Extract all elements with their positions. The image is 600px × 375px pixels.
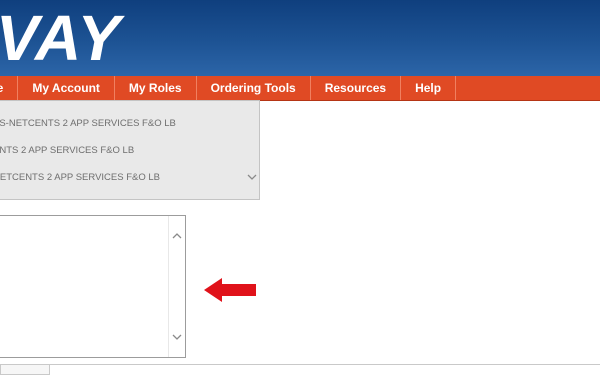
- site-header: VAY: [0, 0, 600, 76]
- nav-resources[interactable]: Resources: [311, 76, 402, 100]
- contract-vehicle-listbox[interactable]: ES-NETCENTS 2 APP SERVICES F&O LB ENTS 2…: [0, 100, 260, 200]
- site-logo: VAY: [0, 2, 122, 74]
- list-item[interactable]: NETCENTS 2 APP SERVICES F&O LB: [0, 168, 160, 188]
- nav-help[interactable]: Help: [401, 76, 457, 100]
- red-left-arrow-icon: [204, 277, 258, 308]
- chevron-down-icon[interactable]: [246, 173, 258, 187]
- nav-my-account[interactable]: My Account: [18, 76, 115, 100]
- listbox-scrollbar[interactable]: [168, 216, 185, 357]
- chevron-down-icon[interactable]: [169, 332, 185, 346]
- nav-my-roles[interactable]: My Roles: [115, 76, 197, 100]
- nav-home[interactable]: me: [0, 76, 19, 100]
- nav-ordering-tools[interactable]: Ordering Tools: [197, 76, 311, 100]
- divider: [0, 364, 600, 365]
- main-nav-bar: me My Account My Roles Ordering Tools Re…: [0, 76, 600, 101]
- list-item[interactable]: ENTS 2 APP SERVICES F&O LB: [0, 141, 134, 161]
- list-item[interactable]: ES-NETCENTS 2 APP SERVICES F&O LB: [0, 114, 176, 134]
- bottom-button-edge[interactable]: [0, 365, 50, 375]
- selected-items-listbox[interactable]: [0, 215, 186, 358]
- chevron-up-icon[interactable]: [169, 230, 185, 244]
